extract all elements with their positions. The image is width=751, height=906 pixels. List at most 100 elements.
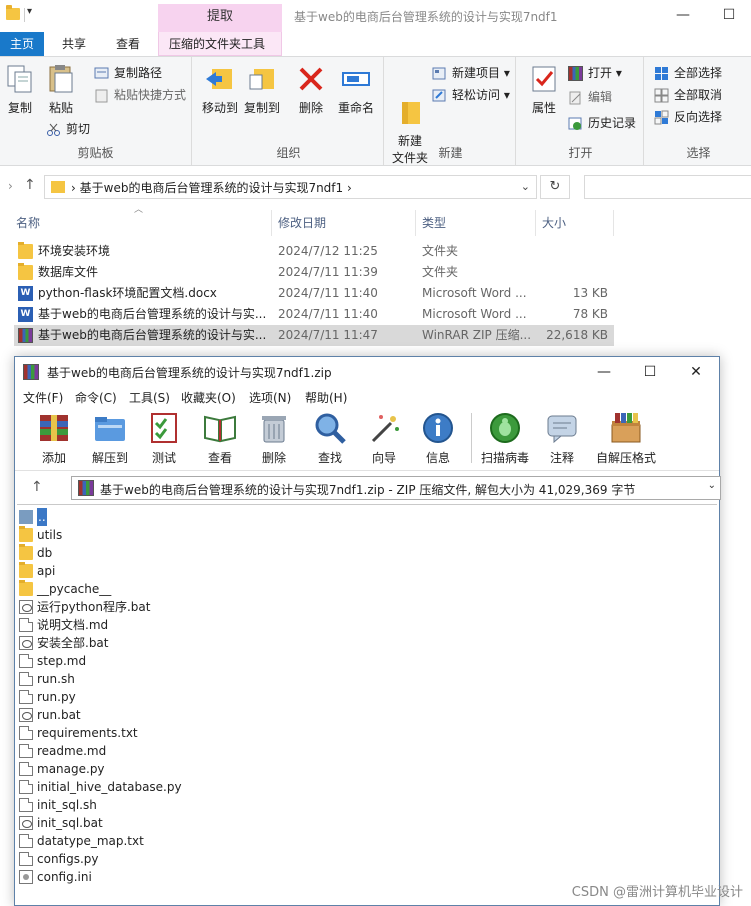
table-row[interactable]: 环境安装环境 2024/7/12 11:25 文件夹 (14, 241, 614, 262)
menu-tools[interactable]: 工具(S) (129, 389, 170, 406)
column-separator[interactable] (535, 210, 536, 236)
history-dropdown-icon[interactable]: › (8, 179, 13, 193)
qat-dropdown-icon[interactable]: ▾ (27, 6, 32, 17)
invert-selection-label: 反向选择 (674, 110, 723, 124)
delete-label: 删除 (261, 451, 286, 465)
delete-button[interactable]: 删除 (294, 63, 328, 116)
scissors-icon (46, 122, 61, 137)
menu-commands[interactable]: 命令(C) (75, 389, 117, 406)
table-row[interactable]: Wpython-flask环境配置文档.docx 2024/7/11 11:40 M… (14, 283, 614, 304)
add-button[interactable]: 添加 (29, 411, 79, 466)
list-item-name: __pycache__ (37, 582, 112, 596)
menu-favorites[interactable]: 收藏夹(O) (181, 389, 236, 406)
sfx-button[interactable]: 自解压格式 (593, 411, 659, 466)
add-archive-icon (37, 411, 71, 445)
delete-button[interactable]: 删除 (249, 411, 299, 466)
winrar-window: 基于web的电商后台管理系统的设计与实现7ndf1.zip — ☐ ✕ 文件(F… (14, 356, 721, 906)
menu-options[interactable]: 选项(N) (249, 389, 291, 406)
column-name[interactable]: 名称 (16, 210, 40, 236)
tab-share[interactable]: 共享 (52, 32, 96, 56)
column-size[interactable]: 大小 (542, 210, 566, 236)
copy-to-label: 复制到 (243, 101, 280, 115)
view-button[interactable]: 查看 (195, 411, 245, 466)
find-button[interactable]: 查找 (305, 411, 355, 466)
minimize-button[interactable]: — (660, 0, 706, 30)
winrar-path-row: ↑ 基于web的电商后台管理系统的设计与实现7ndf1.zip - ZIP 压缩… (15, 473, 721, 503)
winrar-titlebar: 基于web的电商后台管理系统的设计与实现7ndf1.zip — ☐ ✕ (15, 357, 719, 387)
table-row[interactable]: 基于web的电商后台管理系统的设计与实... 2024/7/11 11:47 Win… (14, 325, 614, 346)
path-dropdown-icon[interactable]: ⌄ (708, 480, 716, 491)
paste-button[interactable]: 粘贴 (44, 63, 78, 116)
new-item-button[interactable]: 新建项目 ▾ (432, 63, 510, 83)
edit-button[interactable]: 编辑 (568, 87, 612, 107)
easy-access-button[interactable]: 轻松访问 ▾ (432, 85, 510, 105)
column-separator[interactable] (415, 210, 416, 236)
copy-to-button[interactable]: 复制到 (242, 63, 282, 116)
paste-shortcut-button[interactable]: 粘贴快捷方式 (94, 85, 186, 105)
maximize-button[interactable]: ☐ (706, 0, 751, 30)
file-type: Microsoft Word ... (422, 307, 527, 321)
copy-path-button[interactable]: 复制路径 (94, 63, 162, 83)
file-date: 2024/7/11 11:39 (278, 265, 378, 279)
list-item-name: db (37, 546, 53, 560)
column-separator[interactable] (613, 210, 614, 236)
menu-help[interactable]: 帮助(H) (305, 389, 347, 406)
magic-wand-icon (367, 411, 401, 445)
easy-access-label: 轻松访问 (452, 88, 501, 102)
comment-button[interactable]: 注释 (537, 411, 587, 466)
properties-button[interactable]: 属性 (526, 63, 562, 116)
column-date[interactable]: 修改日期 (278, 210, 326, 236)
view-label: 查看 (207, 451, 232, 465)
address-input[interactable]: › 基于web的电商后台管理系统的设计与实现7ndf1 › ⌄ (44, 175, 537, 199)
properties-icon (528, 63, 560, 95)
invert-selection-button[interactable]: 反向选择 (654, 107, 722, 127)
folder-icon[interactable] (6, 5, 20, 20)
open-button[interactable]: 打开 ▾ (568, 63, 622, 83)
explorer-titlebar: ▾ 提取 基于web的电商后台管理系统的设计与实现7ndf1 — ☐ (0, 0, 751, 32)
file-name: 环境安装环境 (38, 244, 111, 258)
scan-virus-button[interactable]: 扫描病毒 (477, 411, 533, 466)
select-all-button[interactable]: 全部选择 (654, 63, 722, 83)
minimize-button[interactable]: — (581, 357, 627, 387)
file-size: 13 KB (572, 286, 608, 300)
winrar-icon (23, 364, 39, 380)
list-item-name: initial_hive_database.py (37, 780, 182, 794)
wizard-button[interactable]: 向导 (359, 411, 409, 466)
file-icon (19, 618, 33, 632)
address-dropdown-icon[interactable]: ⌄ (521, 180, 530, 193)
tab-compressed-folder-tools[interactable]: 压缩的文件夹工具 (158, 32, 282, 56)
up-arrow-icon[interactable]: ↑ (31, 479, 43, 495)
archive-path-field[interactable]: 基于web的电商后台管理系统的设计与实现7ndf1.zip - ZIP 压缩文件… (71, 476, 721, 500)
edit-icon (568, 90, 583, 105)
winrar-title: 基于web的电商后台管理系统的设计与实现7ndf1.zip (47, 366, 332, 380)
info-button[interactable]: 信息 (413, 411, 463, 466)
column-separator[interactable] (271, 210, 272, 236)
table-row[interactable]: 数据库文件 2024/7/11 11:39 文件夹 (14, 262, 614, 283)
extract-to-button[interactable]: 解压到 (85, 411, 135, 466)
winrar-menubar: 文件(F) 命令(C) 工具(S) 收藏夹(O) 选项(N) 帮助(H) (15, 387, 719, 407)
move-to-button[interactable]: 移动到 (200, 63, 240, 116)
menu-file[interactable]: 文件(F) (23, 389, 63, 406)
file-name: 数据库文件 (38, 265, 99, 279)
history-icon (568, 116, 583, 131)
history-button[interactable]: 历史记录 (568, 113, 636, 133)
select-none-button[interactable]: 全部取消 (654, 85, 722, 105)
clipboard-group-label: 剪贴板 (77, 146, 114, 160)
organize-group-label: 组织 (276, 146, 301, 160)
test-button[interactable]: 测试 (139, 411, 189, 466)
winrar-icon (18, 328, 33, 343)
tab-view[interactable]: 查看 (106, 32, 150, 56)
rename-button[interactable]: 重命名 (334, 63, 378, 116)
close-button[interactable]: ✕ (673, 357, 719, 387)
up-arrow-icon[interactable]: ↑ (24, 177, 36, 193)
open-label: 打开 (588, 66, 613, 80)
tab-home[interactable]: 主页 (0, 32, 44, 56)
column-type[interactable]: 类型 (422, 210, 446, 236)
maximize-button[interactable]: ☐ (627, 357, 673, 387)
context-tab-extract[interactable]: 提取 (158, 4, 282, 32)
table-row[interactable]: W 基于web的电商后台管理系统的设计与实... 2024/7/11 11:40 Mi… (14, 304, 614, 325)
cut-button[interactable]: 剪切 (46, 119, 90, 139)
search-input[interactable] (584, 175, 751, 199)
refresh-button[interactable]: ↻ (540, 175, 570, 199)
copy-button[interactable]: 复制 (4, 63, 36, 116)
